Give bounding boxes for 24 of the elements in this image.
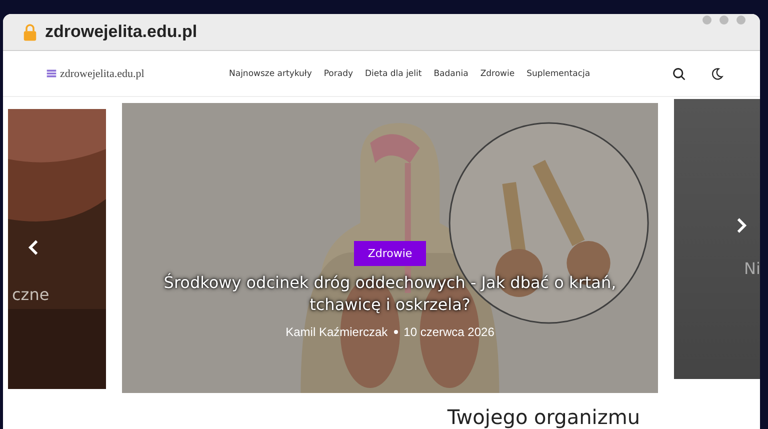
section-heading: Twojego organizmu (447, 405, 640, 429)
slide-card[interactable]: czne (8, 109, 106, 389)
nav-link[interactable]: Dieta dla jelit (365, 68, 422, 78)
chevron-right-icon[interactable] (736, 217, 747, 234)
nav-link[interactable]: Porady (324, 68, 354, 78)
separator-dot-icon (394, 330, 398, 334)
article-date: 10 czerwca 2026 (404, 325, 494, 340)
search-icon[interactable] (672, 66, 686, 80)
nav-link[interactable]: Zdrowie (480, 68, 515, 78)
chevron-left-icon[interactable] (28, 239, 39, 256)
moon-icon[interactable] (710, 66, 724, 80)
author-name[interactable]: Kamil Kaźmierczak (286, 325, 388, 340)
nav-link[interactable]: Badania (434, 68, 468, 78)
slide-card[interactable]: Ni (674, 99, 760, 379)
nav-link[interactable]: Najnowsze artykuły (229, 68, 312, 78)
site-logo[interactable]: zdrowejelita.edu.pl (60, 68, 144, 80)
lock-icon (23, 23, 37, 41)
logo-icon (45, 67, 58, 80)
category-badge[interactable]: Zdrowie (354, 241, 426, 266)
slide-title: czne (12, 285, 50, 304)
slide-title: Ni (744, 259, 760, 278)
window-dots-icon (702, 15, 746, 25)
url-text[interactable]: zdrowejelita.edu.pl (45, 22, 198, 42)
nav-link[interactable]: Suplementacja (526, 68, 590, 78)
